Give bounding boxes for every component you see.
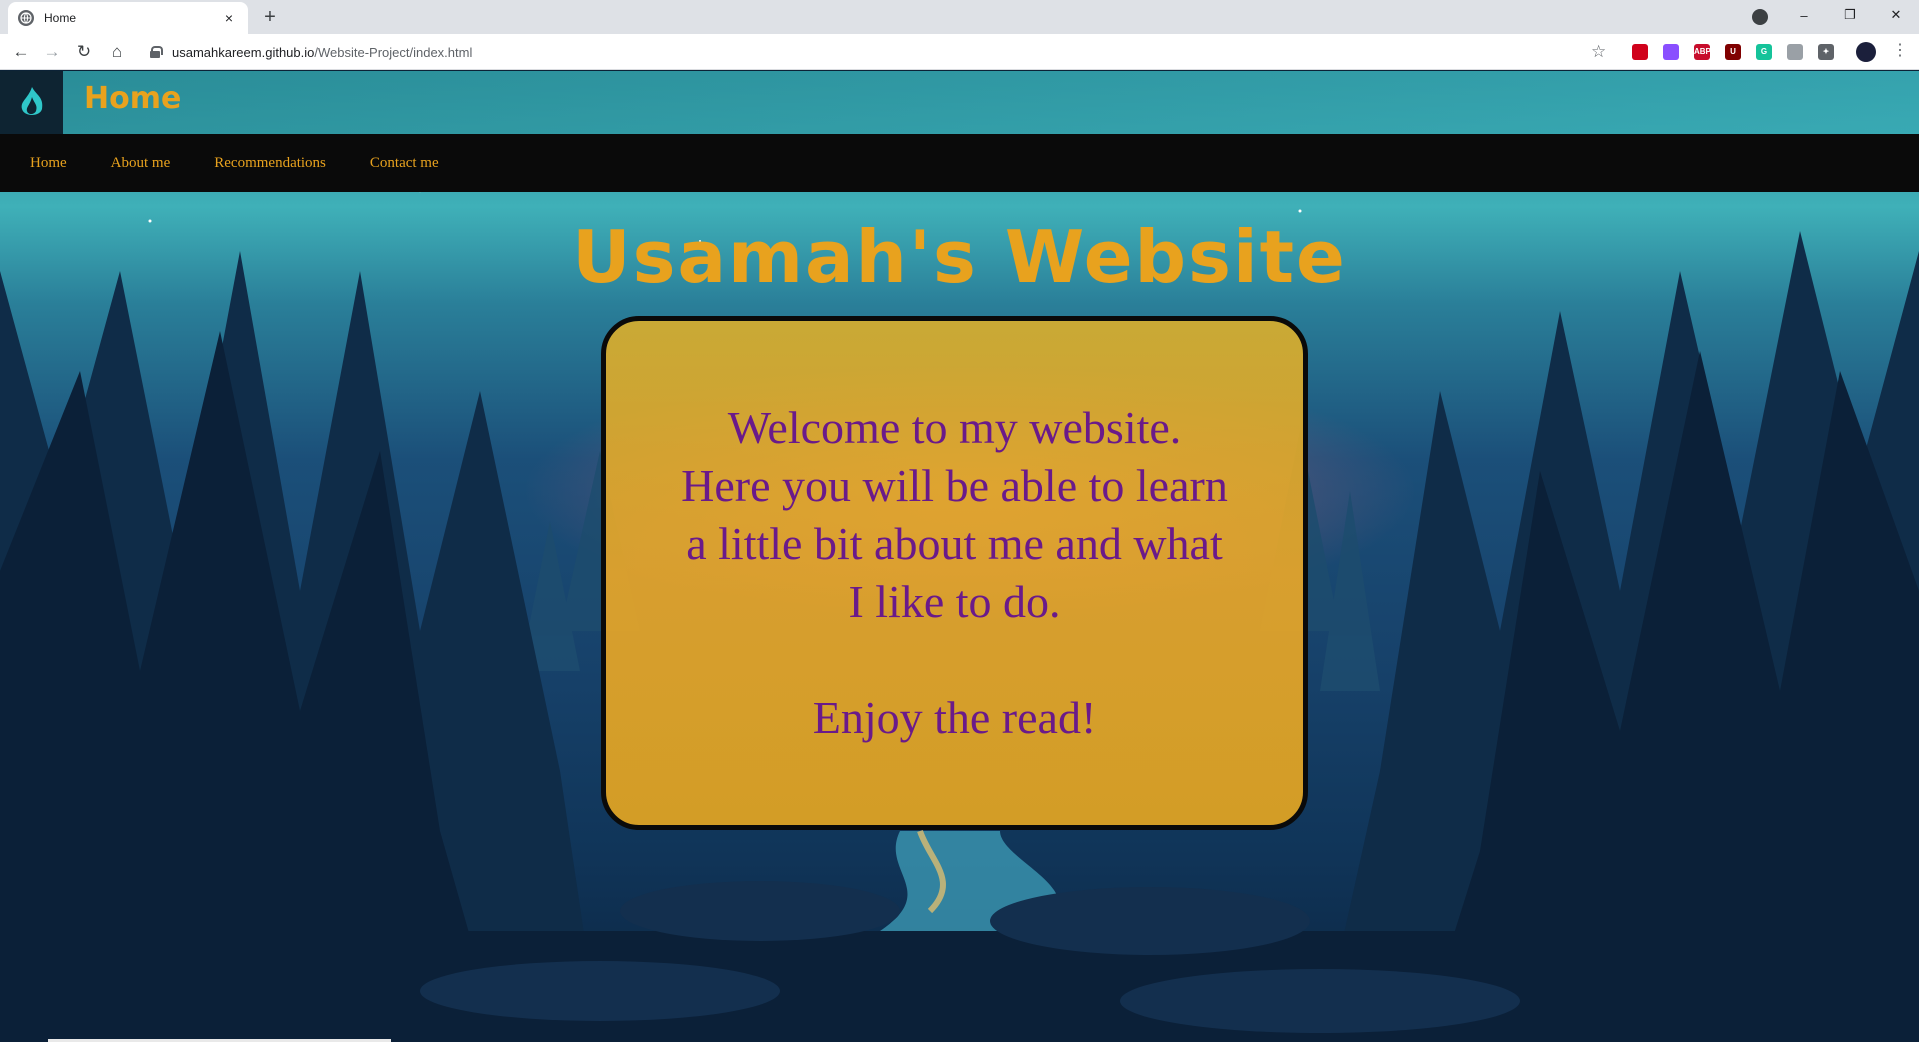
flame-logo-icon [21, 86, 42, 115]
extensions-puzzle-icon[interactable]: ✦ [1818, 44, 1834, 60]
welcome-line: I like to do. [848, 576, 1061, 627]
bookmark-star-icon[interactable]: ☆ [1591, 42, 1606, 62]
nav-about-link[interactable]: About me [111, 155, 171, 172]
nav-recommendations-link[interactable]: Recommendations [214, 155, 326, 172]
globe-icon [18, 10, 34, 26]
welcome-card: Welcome to my website. Here you will be … [601, 316, 1308, 830]
welcome-line: Welcome to my website. [727, 402, 1182, 453]
close-tab-icon[interactable]: × [220, 10, 238, 26]
close-window-button[interactable]: ✕ [1873, 7, 1919, 23]
opera-icon[interactable] [1632, 44, 1648, 60]
site-title: Usamah's Website [572, 215, 1347, 299]
site-header: Home [0, 71, 1919, 134]
browser-toolbar: ← → ↻ ⌂ usamahkareem.github.io/Website-P… [0, 34, 1919, 70]
grammarly-icon[interactable]: G [1756, 44, 1772, 60]
url-text: usamahkareem.github.io/Website-Project/i… [172, 44, 473, 60]
welcome-line: a little bit about me and what [686, 518, 1223, 569]
back-button[interactable]: ← [9, 40, 33, 64]
page-viewport: Home Home About me Recommendations Conta… [0, 71, 1919, 1042]
reader-icon[interactable] [1787, 44, 1803, 60]
window-controls: – ❐ ✕ [1781, 0, 1919, 30]
tab-strip: Home × + – ❐ ✕ [0, 0, 1919, 34]
site-logo[interactable] [0, 71, 63, 134]
minimize-button[interactable]: – [1781, 8, 1827, 23]
ublock-icon[interactable]: U [1725, 44, 1741, 60]
address-bar[interactable]: usamahkareem.github.io/Website-Project/i… [140, 38, 1600, 66]
tab-search-icon[interactable] [1752, 9, 1768, 25]
profile-avatar[interactable] [1856, 42, 1876, 62]
home-button[interactable]: ⌂ [105, 40, 129, 64]
closing-line: Enjoy the read! [812, 692, 1097, 743]
reload-button[interactable]: ↻ [72, 40, 96, 64]
forward-button[interactable]: → [40, 40, 64, 64]
adblock-plus-icon[interactable]: ABP [1694, 44, 1711, 60]
pen-icon[interactable] [1663, 44, 1679, 60]
restore-button[interactable]: ❐ [1827, 7, 1873, 23]
tab-title: Home [44, 11, 77, 25]
page-heading: Home [84, 81, 182, 116]
site-nav: Home About me Recommendations Contact me [0, 134, 1919, 192]
nav-home-link[interactable]: Home [30, 155, 67, 172]
nav-contact-link[interactable]: Contact me [370, 155, 439, 172]
browser-menu-icon[interactable]: ⋮ [1892, 40, 1908, 60]
browser-tab[interactable]: Home × [8, 2, 248, 34]
welcome-line: Here you will be able to learn [681, 460, 1228, 511]
new-tab-button[interactable]: + [258, 6, 282, 30]
lock-icon [150, 46, 163, 58]
